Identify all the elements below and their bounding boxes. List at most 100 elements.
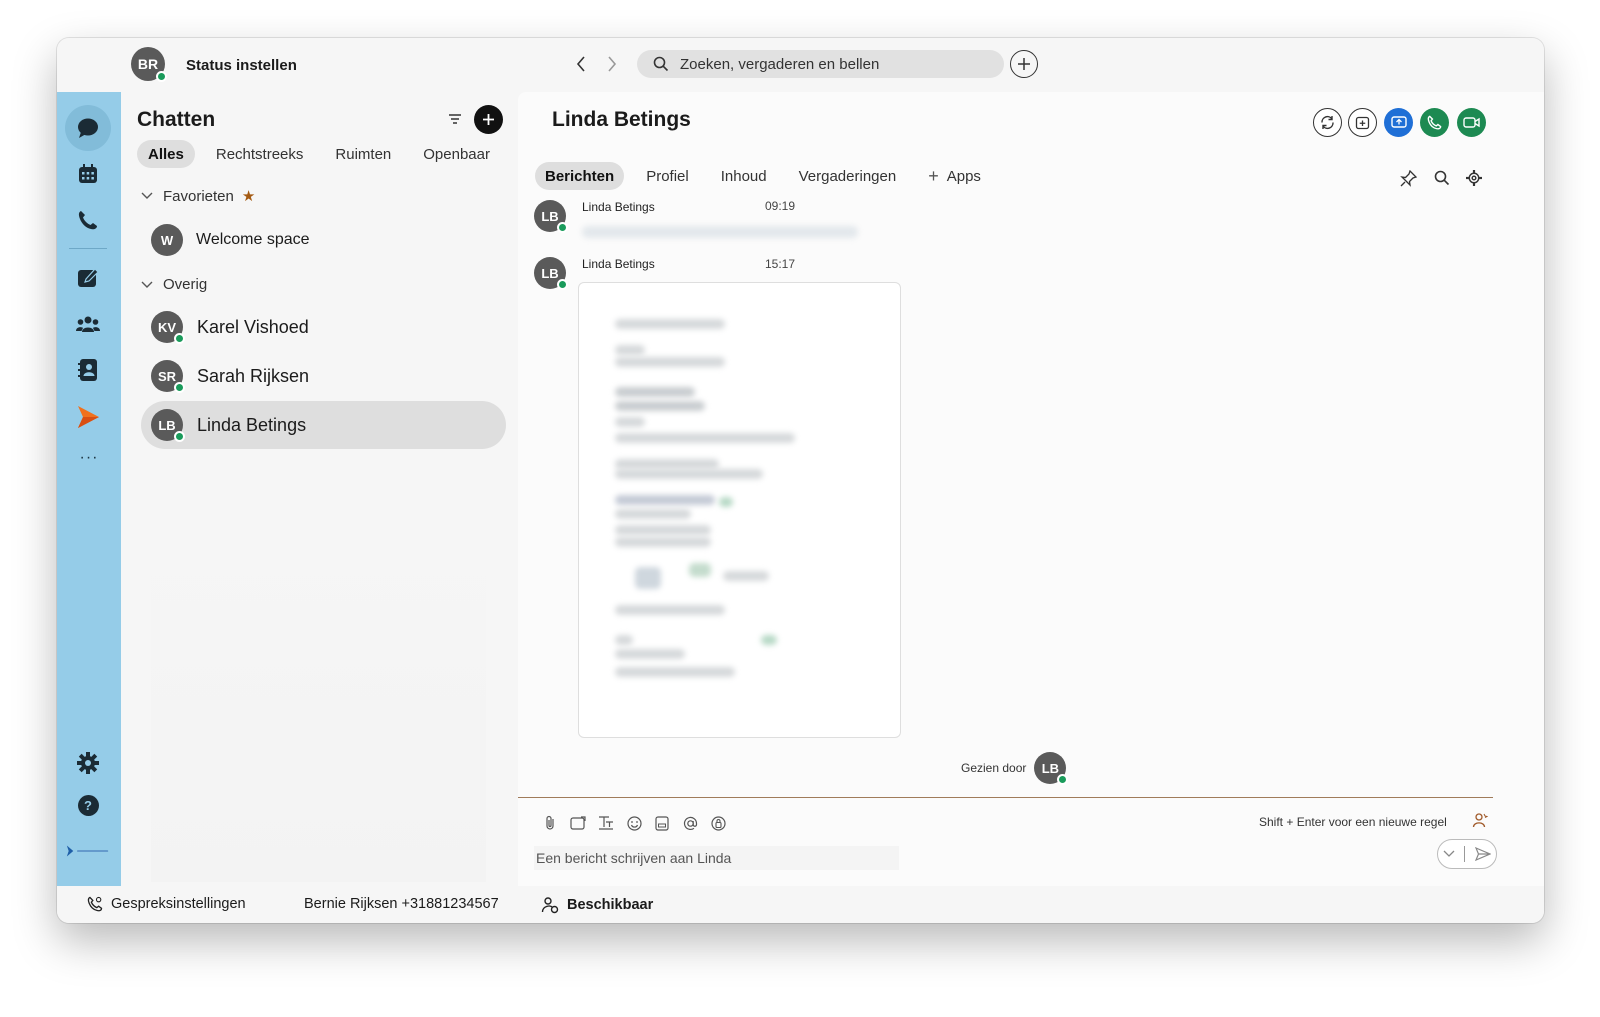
user-avatar[interactable]: BR <box>131 47 167 82</box>
filter-icon <box>449 114 461 124</box>
read-receipt: Gezien door LB <box>961 752 1069 785</box>
chevron-left-icon <box>576 56 585 72</box>
rail-calendar[interactable] <box>65 153 111 195</box>
attachment-blur <box>615 635 633 645</box>
attachment-blur <box>615 525 711 535</box>
tab-content[interactable]: Inhoud <box>711 162 777 190</box>
screenshot-button[interactable] <box>564 812 592 834</box>
emoji-button[interactable] <box>620 812 648 834</box>
attachment-blur <box>615 433 795 443</box>
emoji-icon <box>626 815 642 831</box>
plus-icon <box>1018 58 1030 70</box>
filter-button[interactable] <box>448 112 462 130</box>
headset-status-icon <box>541 897 559 914</box>
attach-file-button[interactable] <box>536 812 564 834</box>
slido-button[interactable] <box>704 812 732 834</box>
filter-spaces[interactable]: Ruimten <box>324 140 402 168</box>
search-bar[interactable]: Zoeken, vergaderen en bellen <box>637 50 1004 78</box>
calendar-add-icon <box>1355 116 1370 130</box>
tab-apps[interactable]: + Apps <box>918 162 991 190</box>
video-call-button[interactable] <box>1457 108 1486 137</box>
pinned-button[interactable] <box>1400 169 1418 192</box>
rail-settings[interactable] <box>65 742 111 784</box>
send-button[interactable] <box>1437 839 1497 869</box>
favorites-group-header[interactable]: Favorieten ★ <box>141 187 255 205</box>
rail-messaging[interactable] <box>65 107 111 149</box>
format-text-button[interactable] <box>592 812 620 834</box>
favorites-label: Favorieten <box>163 187 234 205</box>
call-settings-label: Gespreksinstellingen <box>111 896 246 912</box>
chevron-down-icon <box>141 281 153 288</box>
share-screen-button[interactable] <box>1384 108 1413 137</box>
user-initials: BR <box>137 56 159 72</box>
audio-call-button[interactable] <box>1420 108 1449 137</box>
back-button[interactable] <box>570 52 592 76</box>
presence-dot <box>1057 774 1069 785</box>
chat-search-button[interactable] <box>1434 170 1450 191</box>
message-sender: Linda Betings <box>582 200 655 214</box>
share-screen-icon <box>1390 116 1407 128</box>
composer-divider <box>518 797 1493 798</box>
seen-by-label: Gezien door <box>961 761 1027 775</box>
message-input[interactable] <box>534 846 899 870</box>
filter-all[interactable]: Alles <box>137 140 195 168</box>
other-label: Overig <box>163 276 208 293</box>
mention-icon <box>683 816 697 830</box>
conversation-sarah-rijksen[interactable]: SR Sarah Rijksen <box>141 352 506 400</box>
presence-dot <box>174 431 185 442</box>
forward-button[interactable] <box>601 52 623 76</box>
tab-profile[interactable]: Profiel <box>636 162 699 190</box>
rail-teams[interactable] <box>65 303 111 345</box>
more-apps-button[interactable]: ··· <box>57 449 121 467</box>
other-group-header[interactable]: Overig <box>141 276 207 293</box>
call-settings-button[interactable]: Gespreksinstellingen <box>87 896 246 912</box>
message-attachment-preview[interactable] <box>578 282 901 738</box>
phone-icon <box>78 211 97 230</box>
conversation-name: Linda Betings <box>197 414 307 435</box>
activity-button[interactable] <box>1313 108 1342 137</box>
new-chat-button[interactable] <box>474 105 503 134</box>
availability-status[interactable]: Beschikbaar <box>541 896 653 914</box>
conversation-karel-vishoed[interactable]: KV Karel Vishoed <box>141 303 506 351</box>
attachment-blur <box>615 357 725 367</box>
new-action-button[interactable] <box>1010 50 1038 78</box>
rail-calling[interactable] <box>65 199 111 241</box>
presence-dot <box>156 71 167 82</box>
rail-separator <box>69 248 107 249</box>
attachment-blur <box>615 417 645 427</box>
attachment-blur <box>615 605 725 615</box>
availability-label: Beschikbaar <box>567 897 654 913</box>
message-sender: Linda Betings <box>582 257 655 271</box>
caller-id[interactable]: Bernie Rijksen +31881234567 <box>304 896 499 912</box>
conversation-welcome-space[interactable]: W Welcome space <box>141 216 506 264</box>
conversation-linda-betings[interactable]: LB Linda Betings <box>141 401 506 449</box>
chat-settings-button[interactable] <box>1466 170 1482 191</box>
schedule-meeting-button[interactable] <box>1348 108 1377 137</box>
plus-icon <box>483 114 494 125</box>
person-icon <box>1472 813 1489 828</box>
message-time: 15:17 <box>765 257 796 271</box>
people-in-space-button[interactable] <box>1472 812 1489 833</box>
avatar: LB <box>1034 752 1069 785</box>
rail-contacts[interactable] <box>65 349 111 391</box>
attachment-blur <box>615 495 715 505</box>
attachment-blur <box>635 567 661 589</box>
gif-button[interactable] <box>648 812 676 834</box>
tab-meetings[interactable]: Vergaderingen <box>789 162 907 190</box>
rail-whiteboard[interactable] <box>65 256 111 298</box>
presence-dot <box>174 333 185 344</box>
filter-public[interactable]: Openbaar <box>412 140 501 168</box>
filter-direct[interactable]: Rechtstreeks <box>205 140 315 168</box>
chevron-down-icon <box>141 192 153 199</box>
set-status-button[interactable]: Status instellen <box>186 57 297 74</box>
mention-button[interactable] <box>676 812 704 834</box>
rail-help[interactable]: ? <box>65 784 111 826</box>
attachment-blur <box>615 319 725 329</box>
rail-webex-app[interactable] <box>65 396 111 438</box>
tab-messages[interactable]: Berichten <box>535 162 625 190</box>
presence-dot <box>174 382 185 393</box>
newline-hint: Shift + Enter voor een nieuwe regel <box>1259 815 1447 829</box>
message-item: LB Linda Betings 15:17 <box>534 257 795 290</box>
attachment-blur <box>615 649 685 659</box>
message-item: LB Linda Betings 09:19 <box>534 199 858 238</box>
